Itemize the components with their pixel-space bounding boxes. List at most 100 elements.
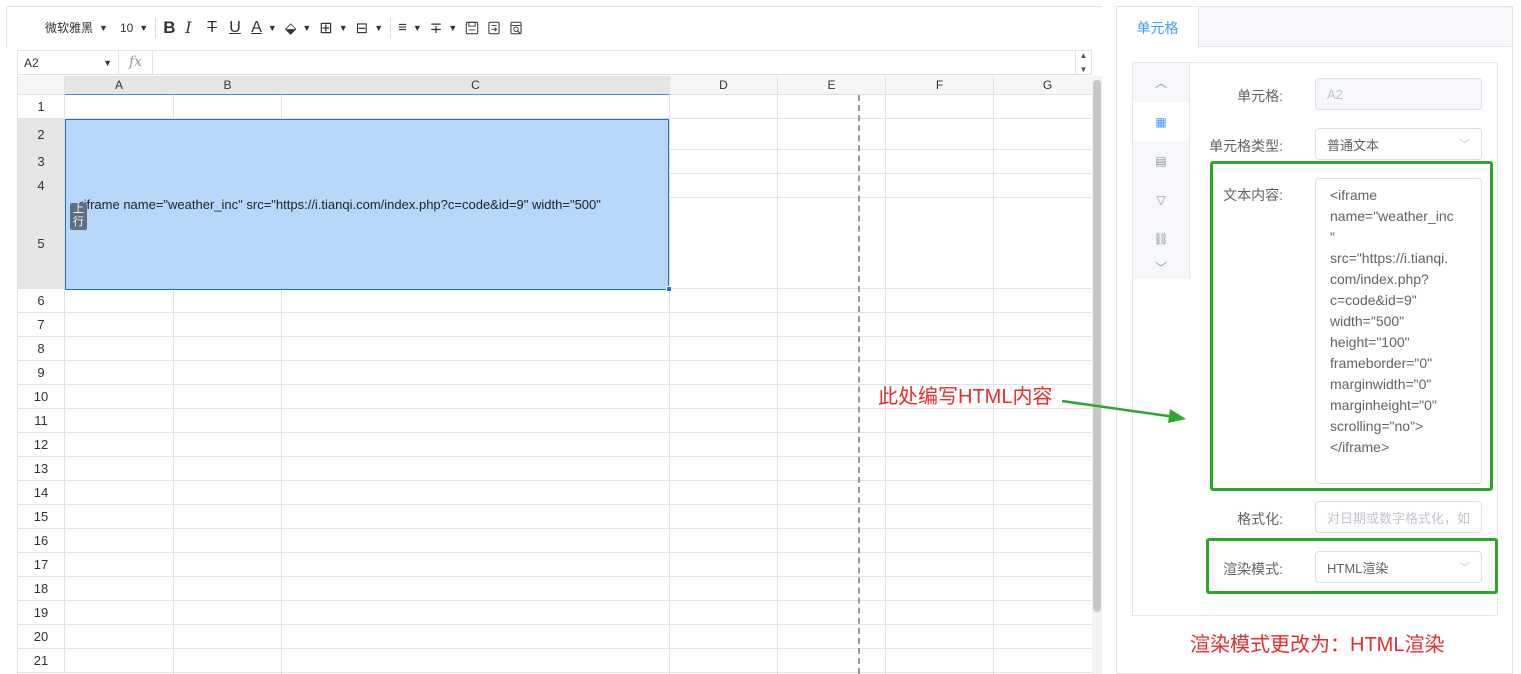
column-gridline bbox=[669, 95, 670, 674]
vertical-align-button[interactable]: ∓ ▼ bbox=[426, 14, 462, 42]
italic-icon: I bbox=[185, 18, 192, 37]
merge-cells-button[interactable]: ⊟ ▼ bbox=[352, 14, 388, 42]
toolbar: 微软雅黑 ▼ 10 ▼ B I T U A ▼ ⬙ ▼ ⊞ ▼ ⊟ ▼ ≡ ▼ ∓ ▼ bbox=[6, 6, 1102, 48]
row-header-13[interactable]: 13 bbox=[18, 457, 65, 481]
row-header-18[interactable]: 18 bbox=[18, 577, 65, 601]
import-icon bbox=[488, 21, 500, 34]
row-gridline bbox=[65, 504, 1092, 505]
row-header-3[interactable]: 3 bbox=[18, 150, 65, 174]
italic-button[interactable]: I bbox=[181, 14, 203, 42]
row-gridline bbox=[65, 432, 1092, 433]
tab-cell[interactable]: 单元格 bbox=[1117, 7, 1199, 48]
preview-icon bbox=[510, 21, 522, 34]
formula-scroll[interactable]: ▲ ▼ bbox=[1075, 51, 1091, 74]
row-header-11[interactable]: 11 bbox=[18, 409, 65, 433]
row-gridline bbox=[65, 552, 1092, 553]
column-header-b[interactable]: B bbox=[174, 76, 282, 95]
underline-icon: U bbox=[229, 18, 241, 36]
column-header-d[interactable]: D bbox=[670, 76, 778, 95]
column-header-a[interactable]: A bbox=[65, 76, 174, 95]
save-icon bbox=[466, 21, 479, 34]
column-header-e[interactable]: E bbox=[778, 76, 886, 95]
format-placeholder: 对日期或数字格式化，如 bbox=[1327, 510, 1471, 526]
divider bbox=[155, 17, 157, 38]
row-header-2[interactable]: 2 bbox=[18, 119, 65, 150]
border-icon: ⊞ bbox=[319, 19, 333, 37]
strikethrough-icon: T bbox=[207, 18, 217, 36]
row-header-6[interactable]: 6 bbox=[18, 289, 65, 313]
border-button[interactable]: ⊞ ▼ bbox=[315, 14, 351, 42]
cell-reference-box[interactable]: A2 ▼ bbox=[18, 51, 119, 74]
row-header-8[interactable]: 8 bbox=[18, 337, 65, 361]
chevron-down-icon: ▼ bbox=[412, 22, 422, 33]
row-gridline bbox=[65, 456, 1092, 457]
bold-icon: B bbox=[163, 17, 176, 37]
fill-color-button[interactable]: ⬙ ▼ bbox=[281, 14, 315, 42]
bold-button[interactable]: B bbox=[159, 14, 181, 42]
row-gridline bbox=[65, 648, 1092, 649]
chevron-down-icon: ▼ bbox=[374, 22, 384, 33]
row-gridline bbox=[65, 528, 1092, 529]
format-input[interactable]: 对日期或数字格式化，如 bbox=[1315, 501, 1482, 533]
row-header-16[interactable]: 16 bbox=[18, 529, 65, 553]
row-header-17[interactable]: 17 bbox=[18, 553, 65, 577]
formula-input[interactable] bbox=[153, 51, 1075, 74]
row-header-21[interactable]: 21 bbox=[18, 649, 65, 673]
render-note-annotation: 渲染模式更改为：HTML渲染 bbox=[1190, 634, 1445, 656]
nav-link-button[interactable]: ⛓ bbox=[1133, 219, 1189, 258]
merge-icon: ⊟ bbox=[355, 19, 369, 37]
row-header-1[interactable]: 1 bbox=[18, 95, 65, 119]
column-header-c[interactable]: C bbox=[282, 76, 670, 95]
save-button[interactable] bbox=[461, 14, 483, 42]
row-header-14[interactable]: 14 bbox=[18, 481, 65, 505]
row-header-20[interactable]: 20 bbox=[18, 625, 65, 649]
cell-field-value: A2 bbox=[1327, 86, 1343, 102]
preview-button[interactable] bbox=[505, 14, 527, 42]
row-gridline bbox=[65, 360, 1092, 361]
chevron-down-icon: ▼ bbox=[302, 22, 312, 33]
spreadsheet-grid[interactable]: ABCDEFG 1 2 3 4 5 6 7 8 9 10 11 12 13 14 15 16 17 18 19 20 2… bbox=[17, 76, 1092, 674]
cell-reference-value: A2 bbox=[24, 55, 39, 70]
import-button[interactable] bbox=[483, 14, 505, 42]
vertical-scrollbar[interactable] bbox=[1092, 76, 1102, 674]
chevron-down-icon: ▼ bbox=[1079, 65, 1088, 74]
paint-bucket-icon: ⬙ bbox=[284, 19, 297, 37]
cell-a2-content: <iframe name="weather_inc" src="https://… bbox=[76, 197, 601, 212]
select-all-corner[interactable] bbox=[18, 76, 65, 95]
row-header-5[interactable]: 5 bbox=[18, 198, 65, 289]
row-header-4[interactable]: 4 bbox=[18, 174, 65, 198]
row-gridline bbox=[65, 672, 1092, 673]
row-header-9[interactable]: 9 bbox=[18, 361, 65, 385]
chevron-down-icon: ▼ bbox=[103, 57, 112, 68]
font-family-value: 微软雅黑 bbox=[45, 21, 94, 35]
row-header-10[interactable]: 10 bbox=[18, 385, 65, 409]
column-header-g[interactable]: G bbox=[994, 76, 1092, 95]
chevron-down-icon: ﹀ bbox=[1154, 260, 1167, 275]
horizontal-align-button[interactable]: ≡ ▼ bbox=[394, 14, 426, 42]
underline-button[interactable]: U bbox=[225, 14, 247, 42]
font-size-select[interactable]: 10 ▼ bbox=[116, 14, 152, 42]
row-header-19[interactable]: 19 bbox=[18, 601, 65, 625]
row-gridline bbox=[65, 480, 1092, 481]
cell-type-select[interactable]: 普通文本 ﹀ bbox=[1315, 128, 1482, 160]
cell-field: A2 bbox=[1315, 78, 1482, 110]
cell-type-label: 单元格类型: bbox=[1209, 138, 1283, 154]
row-header-12[interactable]: 12 bbox=[18, 433, 65, 457]
row-header-15[interactable]: 15 bbox=[18, 505, 65, 529]
chevron-down-icon: ▼ bbox=[267, 22, 277, 33]
align-left-icon: ≡ bbox=[398, 19, 407, 36]
html-note-annotation: 此处编写HTML内容 bbox=[878, 386, 1053, 408]
row-gridline bbox=[65, 312, 1092, 313]
scrollbar-thumb[interactable] bbox=[1093, 80, 1101, 612]
nav-down-button[interactable]: ﹀ bbox=[1133, 258, 1189, 276]
link-icon: ⛓ bbox=[1153, 231, 1169, 246]
fill-handle[interactable] bbox=[666, 286, 672, 292]
row-header-7[interactable]: 7 bbox=[18, 313, 65, 337]
fx-icon: fx bbox=[119, 51, 153, 74]
column-header-f[interactable]: F bbox=[886, 76, 994, 95]
font-family-select[interactable]: 微软雅黑 ▼ bbox=[41, 14, 112, 42]
font-color-button[interactable]: A ▼ bbox=[247, 14, 281, 42]
column-gridline bbox=[777, 95, 778, 674]
cell-type-value: 普通文本 bbox=[1327, 137, 1380, 153]
strikethrough-button[interactable]: T bbox=[203, 14, 225, 42]
